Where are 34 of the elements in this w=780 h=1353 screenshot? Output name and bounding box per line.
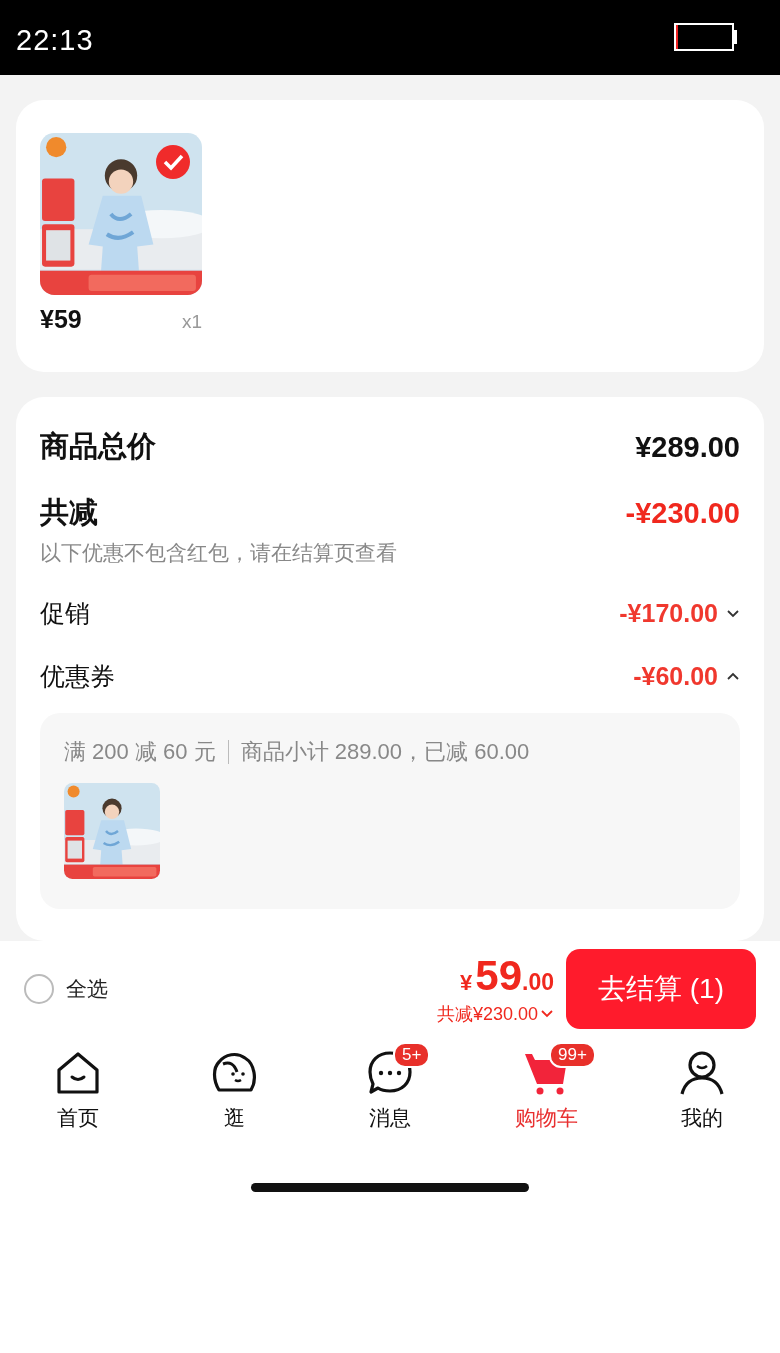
home-icon	[55, 1050, 101, 1096]
tab-item[interactable]: 逛	[164, 1036, 304, 1146]
discount-note: 以下优惠不包含红包，请在结算页查看	[40, 540, 398, 566]
currency-symbol: ¥	[460, 969, 473, 996]
tab-item[interactable]: 5+ 消息	[320, 1036, 460, 1146]
coupon-rule: 满 200 减 60 元	[64, 738, 216, 766]
discount-label: 共减	[40, 495, 98, 530]
chevron-down-icon	[540, 1007, 554, 1020]
item-quantity: x1	[181, 311, 202, 333]
amount-decimals: .00	[522, 968, 554, 996]
total-amount: 59	[475, 951, 522, 1000]
discount-amount: -¥170.00	[619, 599, 718, 628]
total-label: 商品总价	[40, 429, 156, 464]
discount-type-label[interactable]: 优惠券	[40, 660, 115, 693]
count-badge: 5+	[393, 1042, 431, 1068]
checkout-button[interactable]: 去结算 (1)	[566, 948, 756, 1029]
battery-icon	[674, 22, 738, 53]
discount-amount: -¥60.00	[633, 662, 718, 691]
item-price: ¥59	[40, 305, 82, 334]
coupon-info: 商品小计 289.00，已减 60.00	[240, 738, 530, 766]
tab-item[interactable]: 99+ 购物车	[476, 1036, 616, 1146]
tab-item[interactable]: 我的	[632, 1036, 772, 1146]
discount-type-label[interactable]: 促销	[40, 597, 90, 630]
total-discount[interactable]: 共减¥230.00	[436, 1001, 538, 1026]
checkmark-icon[interactable]	[156, 145, 190, 179]
clock-time: 22:13	[16, 23, 94, 57]
total-value: ¥289.00	[635, 430, 740, 464]
select-all-label[interactable]: 全选	[66, 974, 108, 1003]
select-all-checkbox[interactable]	[24, 973, 54, 1004]
chevron-down-icon[interactable]	[726, 607, 740, 620]
discount-value: -¥230.00	[625, 496, 740, 530]
count-badge: 99+	[549, 1042, 596, 1068]
tab-item[interactable]: 首页	[8, 1036, 148, 1146]
person-icon	[679, 1050, 725, 1096]
